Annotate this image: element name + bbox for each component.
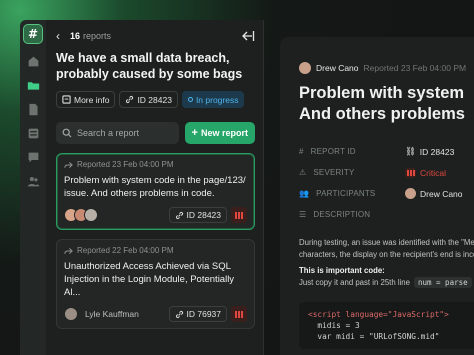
copy-instruction: Just copy it and past in 25th line num =…: [299, 277, 474, 288]
hash-icon: #: [299, 147, 304, 156]
prop-label: REPORT ID: [310, 147, 356, 156]
avatar-group: [64, 208, 98, 222]
priority-icon: [231, 306, 247, 322]
file-icon[interactable]: [26, 102, 40, 116]
avatar: [84, 208, 98, 222]
status-badge[interactable]: In progress: [181, 91, 245, 108]
code-line: var midi = "URLofSONG.mid": [308, 332, 440, 341]
report-count-label: reports: [83, 31, 112, 41]
prop-description: ☰ DESCRIPTION: [299, 204, 474, 225]
report-id-chip-label: ID 28423: [137, 94, 172, 105]
prop-participants: 👥 PARTICIPANTS Drew Cano: [299, 183, 474, 204]
priority-icon: [231, 207, 247, 223]
text-icon: ☰: [299, 210, 307, 219]
prop-report-id: # REPORT ID ⛓ ID 28423: [299, 141, 474, 162]
prop-severity: ⚠ SEVERITY Critical: [299, 162, 474, 183]
card-date: Reported 23 Feb 04:00 PM: [77, 160, 174, 169]
list-topbar: ‹ 16 reports: [56, 28, 255, 44]
description-text: During testing, an issue was identified …: [299, 237, 474, 261]
new-report-label: New report: [200, 128, 248, 138]
inline-code: num = parse: [413, 277, 472, 288]
priority-icon: [405, 167, 416, 178]
report-id-chip[interactable]: ID 28423: [119, 91, 178, 108]
status-label: In progress: [195, 94, 239, 105]
detail-title: Problem with system And others problems: [299, 83, 474, 125]
card-id-tag[interactable]: ID 76937: [168, 306, 227, 322]
report-card[interactable]: Reported 22 Feb 04:00 PM Unauthorized Ac…: [56, 239, 255, 329]
search-placeholder: Search a report: [77, 128, 140, 138]
app-logo[interactable]: #: [23, 24, 43, 44]
home-icon[interactable]: [26, 54, 40, 68]
search-row: Search a report + New report: [56, 122, 255, 144]
description-line: During testing, an issue was identified …: [299, 238, 474, 247]
subject-chips: More info ID 28423 In progress: [56, 91, 255, 108]
important-label: This is important code:: [299, 266, 385, 275]
plus-icon: +: [191, 127, 198, 139]
detail-properties: # REPORT ID ⛓ ID 28423 ⚠ SEVERITY Critical …: [299, 141, 474, 225]
detail-title-line: Problem with system: [299, 84, 465, 102]
folder-icon[interactable]: [26, 78, 40, 92]
prop-label: DESCRIPTION: [313, 210, 371, 219]
card-meta: Reported 22 Feb 04:00 PM: [64, 246, 247, 255]
report-list-panel: ‹ 16 reports We have a small data breach…: [46, 20, 264, 355]
prop-value[interactable]: ID 28423: [420, 147, 455, 157]
new-report-button[interactable]: + New report: [184, 122, 255, 144]
detail-author: Drew Cano: [316, 63, 359, 73]
card-id: ID 76937: [186, 309, 222, 319]
copy-text: Just copy it and past in 25th line: [299, 278, 410, 287]
link-icon: [126, 95, 134, 104]
users-icon: 👥: [299, 189, 310, 198]
report-count: 16: [70, 31, 81, 41]
forward-icon: [64, 247, 73, 254]
nav-rail: #: [20, 20, 46, 355]
code-line: <script language="JavaScript">: [308, 310, 449, 319]
description-line: characters, the display on the recipient…: [299, 250, 474, 259]
search-icon: [62, 128, 72, 138]
forward-icon: [64, 161, 73, 168]
severity-value[interactable]: Critical: [420, 168, 446, 178]
avatar: [299, 62, 311, 74]
card-author: Lyle Kauffman: [85, 309, 139, 319]
more-info-button[interactable]: More info: [56, 91, 116, 108]
link-icon: ⛓: [405, 146, 416, 156]
collapse-icon[interactable]: [241, 30, 255, 42]
report-card[interactable]: Reported 23 Feb 04:00 PM Problem with sy…: [56, 153, 255, 230]
list-icon[interactable]: [26, 126, 40, 140]
participant-name[interactable]: Drew Cano: [420, 189, 463, 199]
link-icon: [175, 211, 183, 219]
card-text: Unauthorized Access Achieved via SQL Inj…: [64, 261, 235, 298]
detail-header: Drew Cano Reported 23 Feb 04:00 PM: [299, 62, 474, 74]
back-button[interactable]: ‹: [56, 29, 60, 43]
card-id: ID 28423: [186, 210, 222, 220]
card-text: Problem with system code in the page/123…: [64, 175, 246, 199]
link-icon: [175, 310, 183, 318]
card-meta: Reported 23 Feb 04:00 PM: [64, 160, 247, 169]
prop-label: SEVERITY: [313, 168, 355, 177]
card-footer: Lyle Kauffman ID 76937: [64, 306, 247, 322]
more-info-label: More info: [74, 94, 110, 105]
code-block[interactable]: <script language="JavaScript"> midis = 3…: [299, 302, 474, 349]
report-detail-panel: Drew Cano Reported 23 Feb 04:00 PM Probl…: [280, 37, 474, 355]
detail-date: Reported 23 Feb 04:00 PM: [363, 63, 467, 73]
card-footer: ID 28423: [64, 207, 247, 223]
code-line: midis = 3: [308, 321, 360, 330]
info-icon: [62, 95, 71, 104]
detail-title-line: And others problems: [299, 105, 465, 123]
card-date: Reported 22 Feb 04:00 PM: [77, 246, 174, 255]
warning-icon: ⚠: [299, 168, 307, 177]
avatar: [405, 188, 416, 199]
users-icon[interactable]: [26, 174, 40, 188]
search-input[interactable]: Search a report: [56, 122, 179, 144]
chat-icon[interactable]: [26, 150, 40, 164]
status-dot-icon: [187, 97, 193, 102]
card-id-tag[interactable]: ID 28423: [168, 207, 227, 223]
prop-label: PARTICIPANTS: [316, 189, 376, 198]
report-subject: We have a small data breach, probably ca…: [56, 51, 243, 81]
avatar: [64, 307, 78, 321]
